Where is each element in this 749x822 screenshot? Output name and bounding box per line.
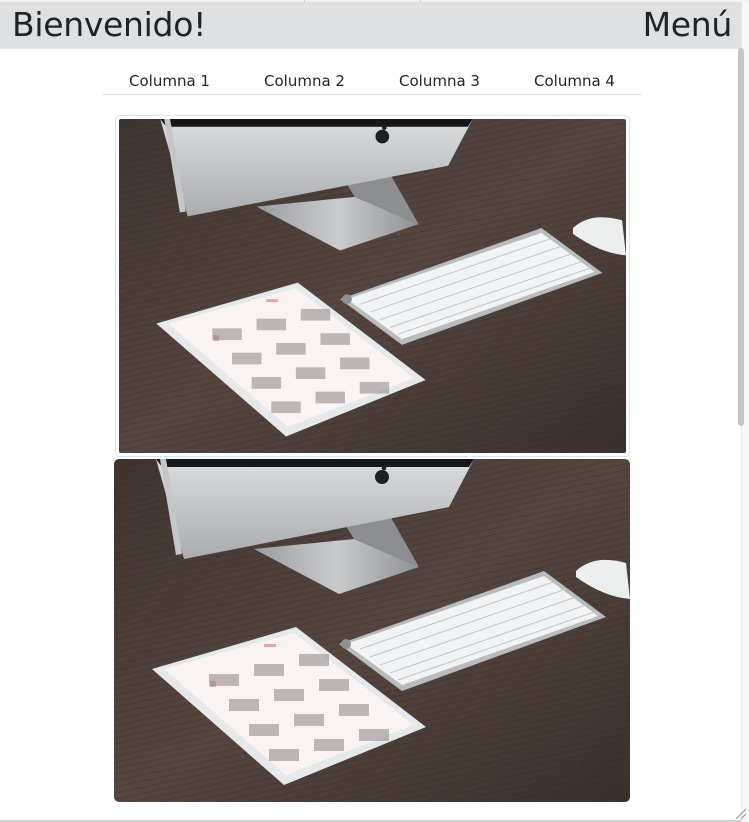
tab-columna-3[interactable]: Columna 3	[387, 66, 492, 94]
image-thumbnail-frame	[115, 115, 630, 457]
tab-columna-1[interactable]: Columna 1	[117, 66, 222, 94]
desk-photo-thumbnail	[119, 119, 626, 453]
navbar: Bienvenido! Menú	[0, 2, 741, 49]
scrollbar-thumb[interactable]	[738, 48, 744, 426]
desk-photo-rounded	[114, 459, 630, 802]
column-tabs: Columna 1 Columna 2 Columna 3 Columna 4	[102, 66, 642, 95]
tab-columna-2[interactable]: Columna 2	[252, 66, 357, 94]
resize-grip-icon[interactable]	[733, 806, 747, 820]
tab-columna-4[interactable]: Columna 4	[522, 66, 627, 94]
navbar-brand[interactable]: Bienvenido!	[12, 5, 206, 44]
menu-button[interactable]: Menú	[643, 5, 733, 44]
rounded-image-frame	[114, 459, 630, 802]
